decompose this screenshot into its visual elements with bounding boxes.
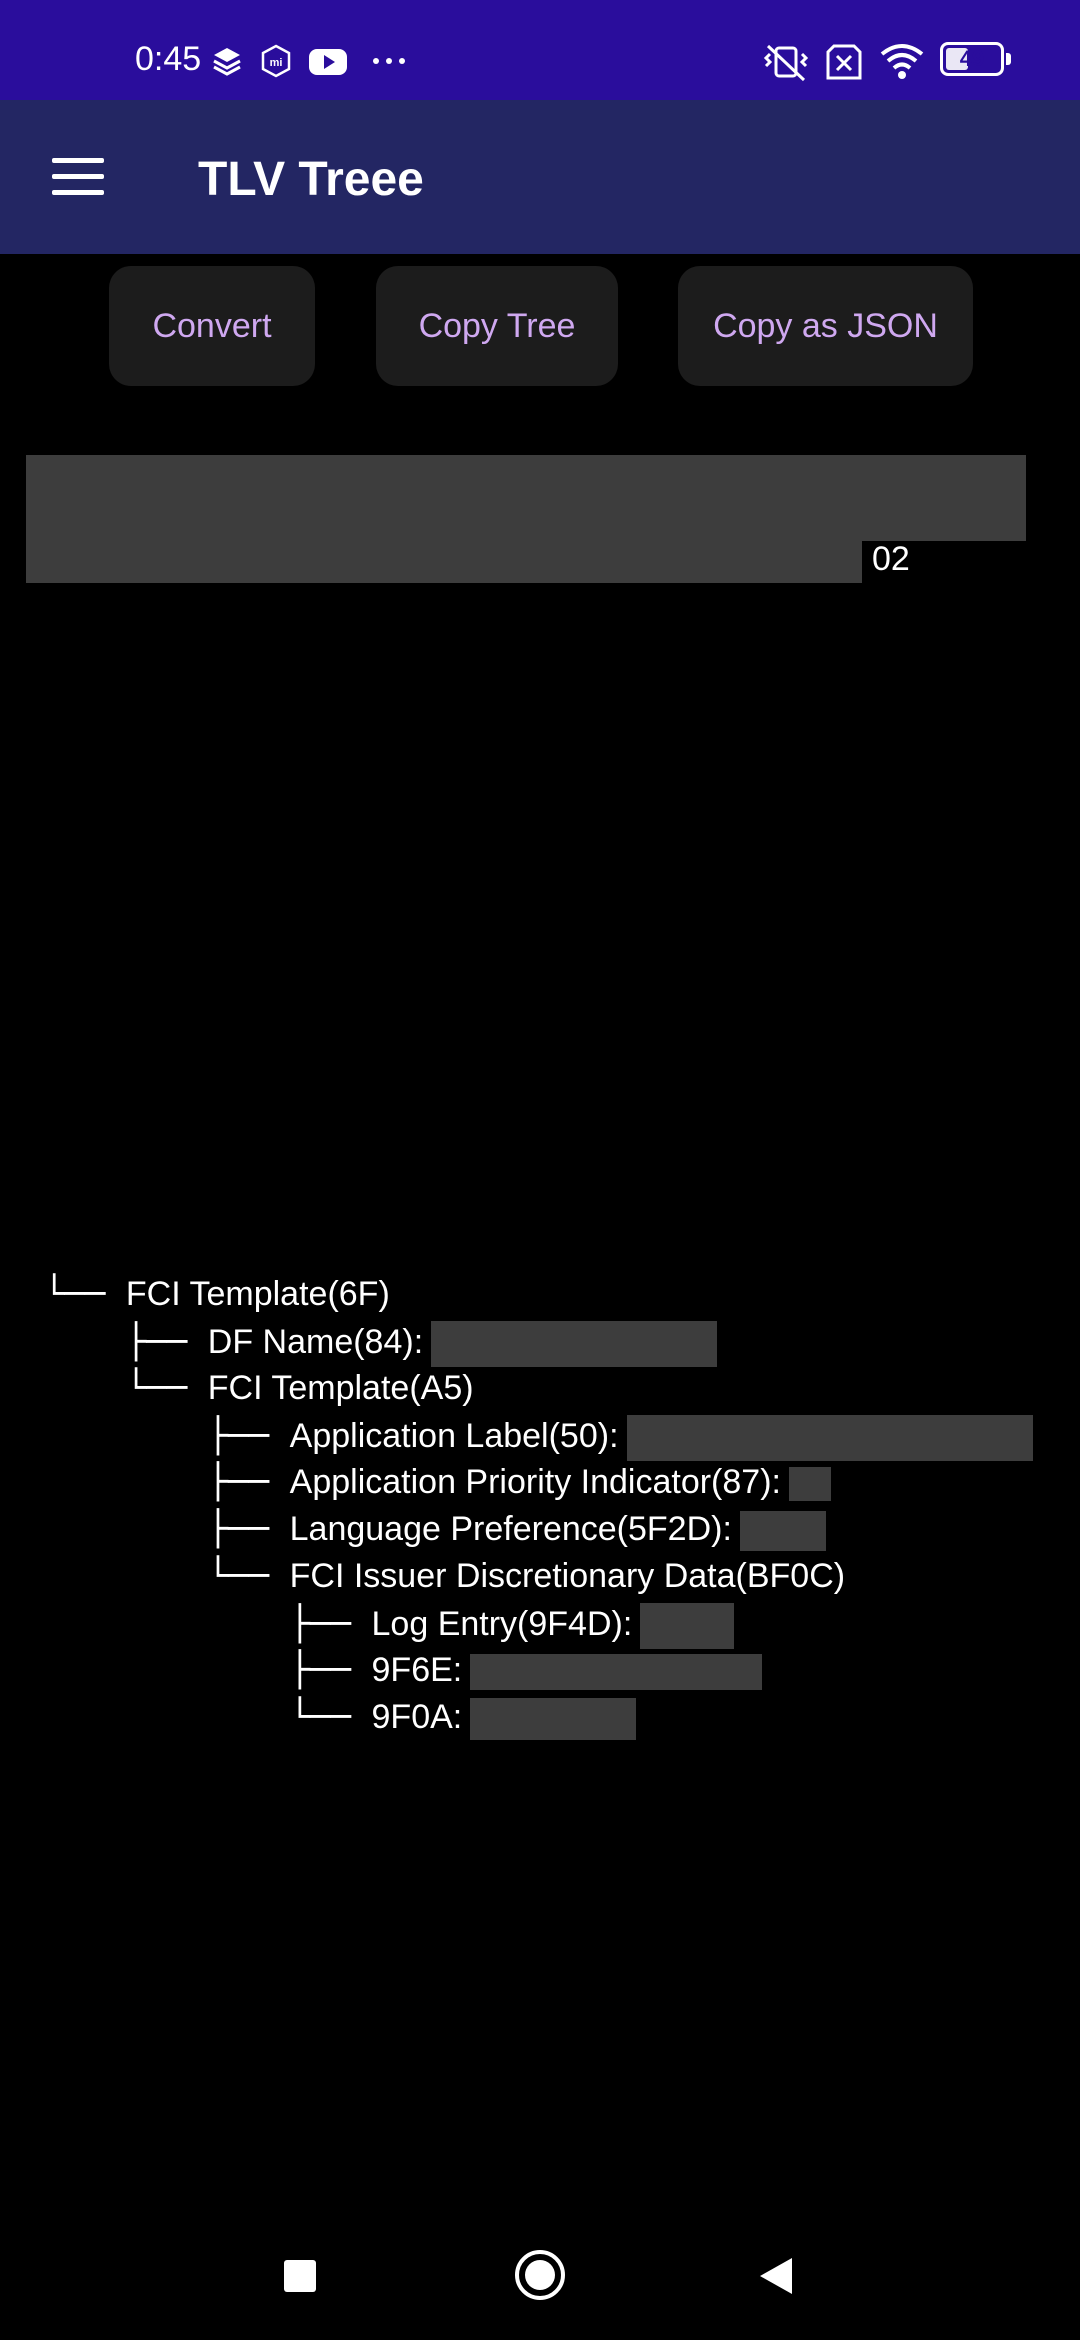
convert-button[interactable]: Convert (109, 266, 315, 386)
wifi-icon (880, 44, 924, 79)
tree-node-9f6e: ├── 9F6E: (44, 1650, 763, 1691)
vibrate-off-icon (763, 44, 809, 82)
recents-square-icon[interactable] (282, 2258, 318, 2294)
app-bar: TLV Treee (0, 100, 1080, 254)
svg-text:mi: mi (270, 57, 283, 69)
battery-tip (1006, 53, 1011, 65)
redacted-value (431, 1321, 718, 1367)
tree-node-language-preference: ├── Language Preference(5F2D): (44, 1509, 826, 1552)
app-title: TLV Treee (198, 153, 424, 206)
tree-node-fci-issuer-data: └── FCI Issuer Discretionary Data(BF0C) (44, 1556, 846, 1596)
status-time: 0:45 (135, 40, 202, 78)
redacted-value (626, 1415, 1033, 1461)
redacted-value (470, 1654, 763, 1691)
redacted-value (640, 1603, 735, 1649)
home-circle-icon[interactable] (513, 2248, 567, 2302)
mi-icon: mi (261, 44, 291, 78)
status-bar: 0:45 mi 49 (0, 0, 1080, 100)
tree-node-fci-template-a5: └── FCI Template(A5) (44, 1368, 474, 1408)
back-triangle-icon[interactable] (758, 2256, 794, 2296)
youtube-icon (309, 49, 347, 75)
tree-node-df-name: ├── DF Name(84): (44, 1321, 718, 1367)
copy-json-button[interactable]: Copy as JSON (678, 266, 973, 386)
battery-percent: 49 (959, 46, 985, 71)
layers-icon (213, 48, 241, 76)
tree-node-fci-template-6f: └── FCI Template(6F) (44, 1274, 390, 1314)
tree-node-application-priority: ├── Application Priority Indicator(87): (44, 1462, 831, 1502)
tree-node-9f0a: └── 9F0A: (44, 1697, 637, 1741)
tree-node-log-entry: ├── Log Entry(9F4D): (44, 1603, 735, 1649)
more-dots-icon (373, 58, 405, 64)
menu-icon[interactable] (40, 150, 114, 204)
battery-icon: 49 (940, 42, 1004, 76)
tree-node-application-label: ├── Application Label(50): (44, 1415, 1033, 1461)
redacted-value (788, 1467, 831, 1502)
input-visible-text: 02 (872, 540, 910, 578)
redacted-value (470, 1698, 637, 1741)
no-sim-icon (826, 44, 862, 80)
input-redacted-line-1 (26, 455, 1026, 541)
input-redacted-line-2 (26, 541, 862, 583)
copy-tree-button[interactable]: Copy Tree (376, 266, 618, 386)
redacted-value (739, 1511, 826, 1552)
